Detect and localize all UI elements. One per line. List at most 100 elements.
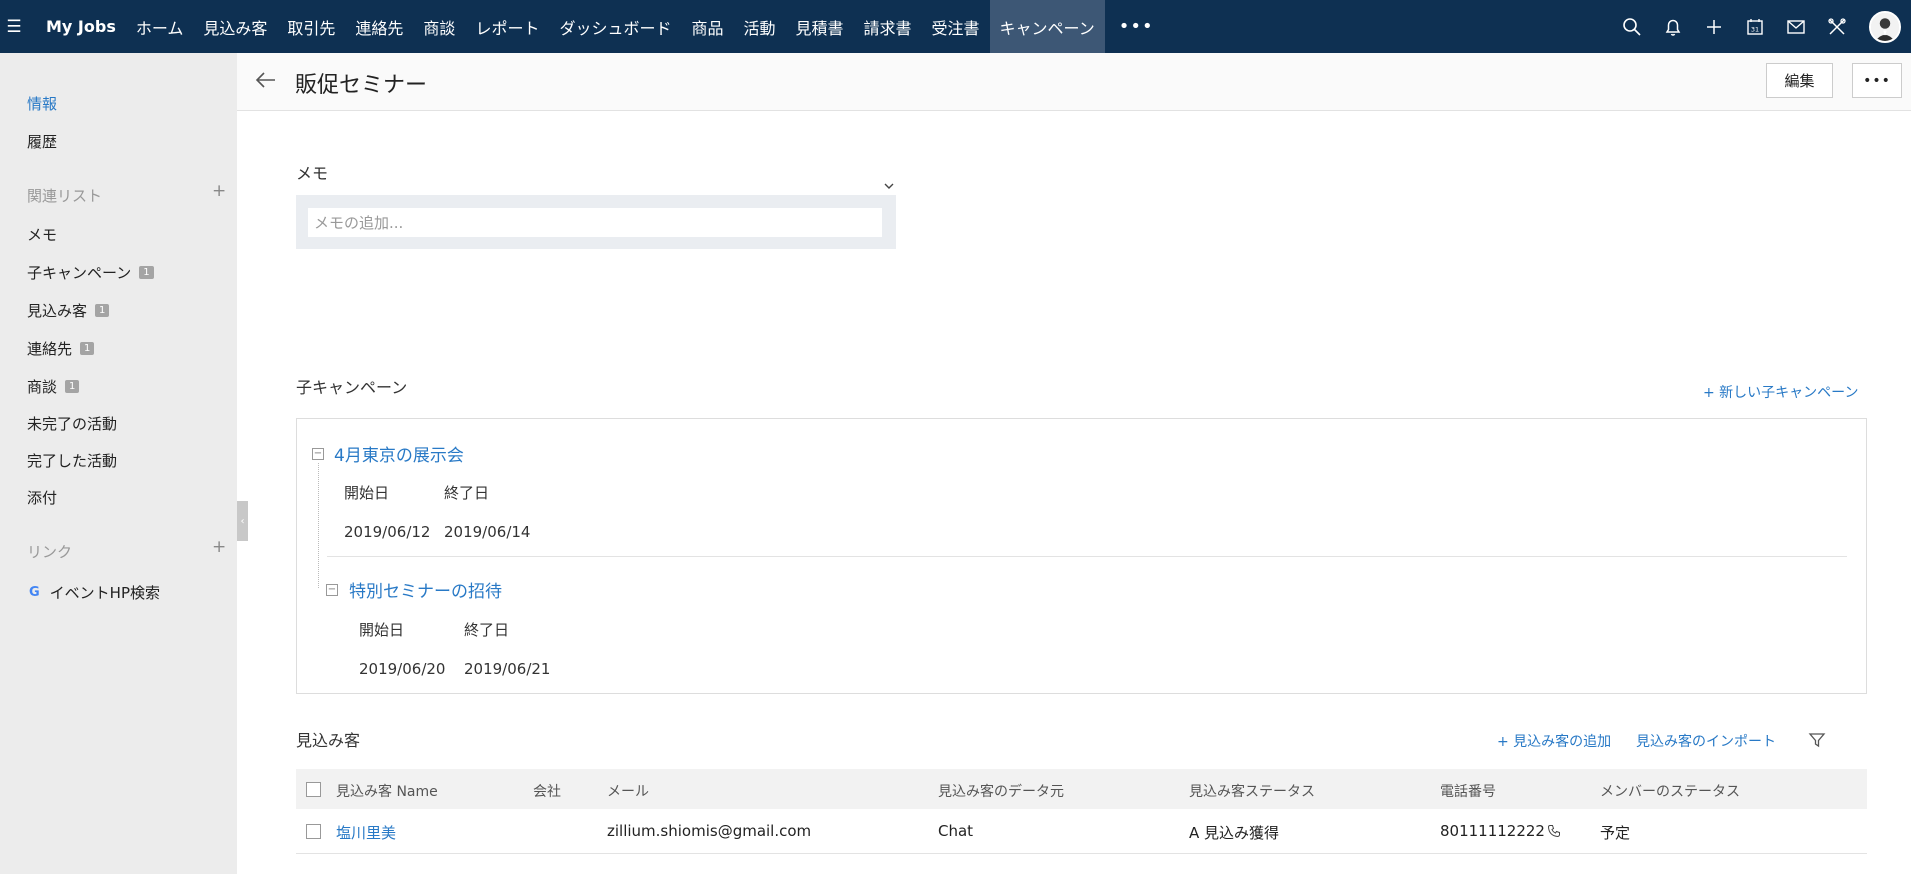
column-header-name[interactable]: 見込み客 Name bbox=[336, 781, 438, 801]
sidebar-item-label: 商談 bbox=[27, 378, 58, 396]
nav-tab-quotes[interactable]: 見積書 bbox=[786, 0, 854, 53]
column-header-phone[interactable]: 電話番号 bbox=[1440, 781, 1496, 801]
tools-icon[interactable] bbox=[1816, 0, 1857, 53]
collapse-toggle-icon[interactable]: − bbox=[326, 584, 338, 596]
sidebar-item-label: メモ bbox=[27, 226, 58, 244]
child-campaign-name[interactable]: 4月東京の展示会 bbox=[334, 441, 464, 466]
sidebar-item-label: 連絡先 bbox=[27, 340, 73, 358]
search-icon[interactable] bbox=[1611, 0, 1652, 53]
related-list-heading: 関連リスト bbox=[27, 187, 103, 205]
start-date-label: 開始日 bbox=[359, 621, 405, 639]
import-leads-link[interactable]: 見込み客のインポート bbox=[1636, 731, 1776, 751]
nav-tab-sales-orders[interactable]: 受注書 bbox=[922, 0, 990, 53]
column-header-lead-status[interactable]: 見込み客ステータス bbox=[1189, 781, 1315, 801]
memo-input[interactable]: メモの追加... bbox=[308, 208, 882, 237]
sidebar-item-child-campaigns[interactable]: 子キャンペーン 1 bbox=[27, 262, 154, 283]
sidebar-item-label: 完了した活動 bbox=[27, 452, 118, 470]
lead-phone[interactable]: 80111112222 bbox=[1440, 822, 1561, 840]
table-row[interactable]: 塩川里美 zillium.shiomis@gmail.com Chat A 見込… bbox=[296, 809, 1867, 854]
links-heading: リンク bbox=[27, 543, 73, 561]
nav-tab-accounts[interactable]: 取引先 bbox=[277, 0, 345, 53]
column-header-company[interactable]: 会社 bbox=[533, 781, 561, 801]
lead-status: A 見込み獲得 bbox=[1189, 824, 1280, 842]
top-navigation-bar: ☰ My Jobs ホーム 見込み客 取引先 連絡先 商談 レポート ダッシュボ… bbox=[0, 0, 1911, 53]
new-child-campaign-link[interactable]: + 新しい子キャンペーン bbox=[1703, 382, 1858, 402]
memo-panel: メモの追加... bbox=[296, 195, 896, 249]
sidebar-item-closed-activities[interactable]: 完了した活動 bbox=[27, 450, 117, 471]
select-all-checkbox[interactable] bbox=[306, 782, 321, 797]
child-campaign-name[interactable]: 特別セミナーの招待 bbox=[349, 577, 502, 602]
record-header: 販促セミナー 編集 ••• bbox=[237, 53, 1911, 111]
end-date-value: 2019/06/14 bbox=[444, 523, 531, 541]
column-header-member-status[interactable]: メンバーのステータス bbox=[1600, 781, 1740, 801]
filter-icon[interactable] bbox=[1808, 731, 1826, 749]
lead-name-link[interactable]: 塩川里美 bbox=[336, 822, 396, 843]
sidebar-collapse-handle[interactable]: ‹ bbox=[237, 501, 248, 541]
edit-button[interactable]: 編集 bbox=[1766, 63, 1833, 98]
start-date-value: 2019/06/20 bbox=[359, 660, 446, 678]
start-date-value: 2019/06/12 bbox=[344, 523, 431, 541]
links-add-icon[interactable]: + bbox=[212, 537, 226, 557]
chevron-down-icon[interactable] bbox=[883, 177, 895, 189]
bell-icon[interactable] bbox=[1652, 0, 1693, 53]
calendar-icon[interactable]: 31 bbox=[1734, 0, 1775, 53]
count-badge: 1 bbox=[95, 304, 110, 317]
tree-connector bbox=[318, 463, 319, 588]
sidebar-item-open-activities[interactable]: 未完了の活動 bbox=[27, 413, 117, 434]
lead-source: Chat bbox=[938, 822, 974, 840]
child-campaigns-section-title: 子キャンペーン bbox=[296, 378, 408, 397]
column-header-email[interactable]: メール bbox=[607, 781, 649, 801]
nav-tab-contacts[interactable]: 連絡先 bbox=[345, 0, 413, 53]
memo-section-title: メモ bbox=[296, 164, 329, 183]
column-header-lead-source[interactable]: 見込み客のデータ元 bbox=[938, 781, 1064, 801]
nav-tab-invoices[interactable]: 請求書 bbox=[854, 0, 922, 53]
sidebar-item-leads[interactable]: 見込み客 1 bbox=[27, 300, 110, 321]
nav-tab-dashboards[interactable]: ダッシュボード bbox=[549, 0, 681, 53]
lead-email[interactable]: zillium.shiomis@gmail.com bbox=[607, 822, 811, 840]
hamburger-menu-icon[interactable]: ☰ bbox=[0, 0, 28, 53]
brand-name[interactable]: My Jobs bbox=[28, 0, 126, 53]
add-lead-link[interactable]: + 見込み客の追加 bbox=[1497, 731, 1611, 751]
child-campaigns-tree: − 4月東京の展示会 開始日 終了日 2019/06/12 2019/06/14… bbox=[296, 418, 1867, 694]
sidebar-item-label: 見込み客 bbox=[27, 302, 88, 320]
lead-phone-number: 80111112222 bbox=[1440, 822, 1545, 840]
calendar-day-label: 31 bbox=[1750, 25, 1758, 33]
sidebar-item-label: 未完了の活動 bbox=[27, 415, 118, 433]
count-badge: 1 bbox=[139, 266, 154, 279]
sidebar-item-label: 添付 bbox=[27, 489, 58, 507]
divider bbox=[327, 556, 1847, 557]
nav-tab-leads[interactable]: 見込み客 bbox=[193, 0, 277, 53]
nav-tab-products[interactable]: 商品 bbox=[681, 0, 733, 53]
nav-tab-activities[interactable]: 活動 bbox=[733, 0, 785, 53]
phone-icon[interactable] bbox=[1547, 824, 1561, 838]
related-list-add-icon[interactable]: + bbox=[212, 181, 226, 201]
leads-section-title: 見込み客 bbox=[296, 731, 361, 750]
nav-more-icon[interactable]: ••• bbox=[1105, 0, 1168, 53]
end-date-label: 終了日 bbox=[444, 484, 490, 502]
start-date-label: 開始日 bbox=[344, 484, 390, 502]
nav-tab-campaigns[interactable]: キャンペーン bbox=[989, 0, 1105, 53]
sidebar-item-attachments[interactable]: 添付 bbox=[27, 487, 57, 508]
sidebar-item-contacts[interactable]: 連絡先 1 bbox=[27, 338, 95, 359]
more-actions-button[interactable]: ••• bbox=[1852, 63, 1902, 98]
plus-icon[interactable] bbox=[1693, 0, 1734, 53]
page-title: 販促セミナー bbox=[295, 73, 428, 98]
back-arrow-icon[interactable] bbox=[254, 68, 278, 92]
sidebar-item-info[interactable]: 情報 bbox=[27, 93, 57, 114]
sidebar-item-deals[interactable]: 商談 1 bbox=[27, 376, 80, 397]
sidebar-item-history[interactable]: 履歴 bbox=[27, 131, 57, 152]
count-badge: 1 bbox=[65, 380, 80, 393]
row-checkbox[interactable] bbox=[306, 824, 321, 839]
nav-tab-reports[interactable]: レポート bbox=[465, 0, 549, 53]
end-date-value: 2019/06/21 bbox=[464, 660, 551, 678]
sidebar-link-event-search[interactable]: G イベントHP検索 bbox=[29, 582, 160, 603]
mail-icon[interactable] bbox=[1775, 0, 1816, 53]
nav-tab-home[interactable]: ホーム bbox=[126, 0, 194, 53]
sidebar-item-memo[interactable]: メモ bbox=[27, 224, 57, 245]
user-avatar[interactable] bbox=[1869, 10, 1901, 43]
member-status: 予定 bbox=[1600, 824, 1631, 842]
sidebar-item-label: 子キャンペーン bbox=[27, 264, 132, 282]
end-date-label: 終了日 bbox=[464, 621, 510, 639]
nav-tab-deals[interactable]: 商談 bbox=[413, 0, 465, 53]
collapse-toggle-icon[interactable]: − bbox=[312, 448, 324, 460]
